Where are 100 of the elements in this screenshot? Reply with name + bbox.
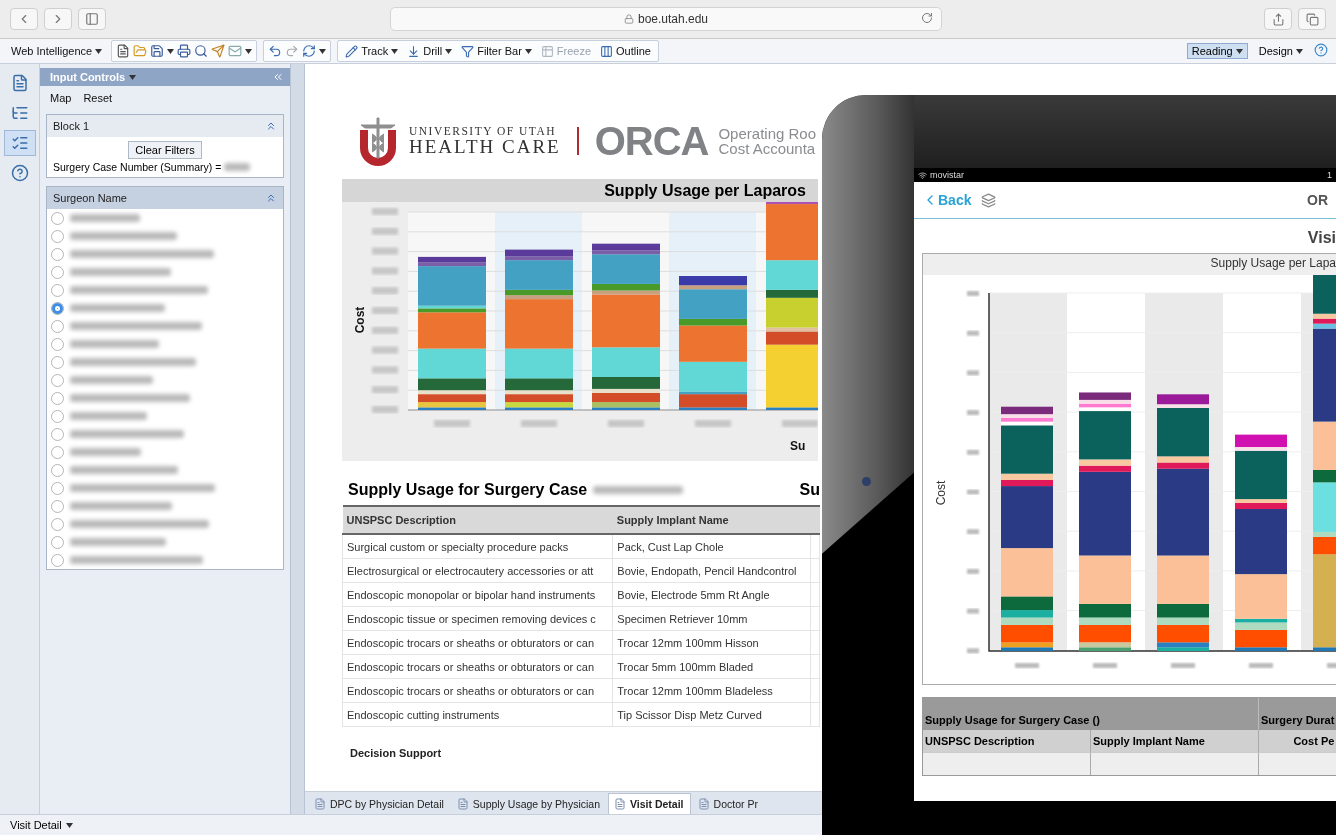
radio-button[interactable]	[51, 319, 64, 333]
table-cell: Endoscopic trocars or sheaths or obturators or can	[342, 630, 613, 655]
columns-icon	[600, 44, 614, 58]
product-logo: ORCA	[594, 118, 709, 164]
tabs-icon	[1305, 12, 1319, 26]
status-menu[interactable]: Visit Detail	[10, 819, 73, 831]
mode-button[interactable]: Reading	[1186, 43, 1248, 59]
arrow-down-icon	[407, 44, 421, 58]
caret-icon	[167, 48, 175, 54]
radio-button[interactable]	[51, 481, 64, 495]
report-tab[interactable]: DPC by Physician Detail	[309, 793, 450, 814]
document-icon	[697, 797, 710, 810]
grid-icon	[540, 44, 554, 58]
clear-filters-button[interactable]: Clear Filters	[128, 141, 202, 159]
layers-icon[interactable]	[981, 192, 997, 208]
list-title: Surgeon Name	[53, 192, 127, 204]
back-button[interactable]	[10, 8, 38, 30]
panel-splitter[interactable]	[290, 64, 305, 814]
radio-button[interactable]	[51, 445, 64, 459]
reload-icon[interactable]	[921, 12, 933, 24]
side-rail-button[interactable]	[3, 130, 36, 156]
undo-icon[interactable]	[268, 44, 283, 58]
chart-title: Supply Usage per Laparos	[604, 181, 806, 200]
print-icon[interactable]	[177, 44, 192, 58]
caret-icon	[445, 48, 453, 54]
radio-button[interactable]	[51, 391, 64, 405]
radio-button[interactable]	[51, 427, 64, 441]
document-icon	[10, 74, 29, 92]
radio-button[interactable]	[51, 355, 64, 369]
column-header: UNSPSC Description	[923, 730, 1091, 752]
pencil-icon	[345, 44, 359, 58]
filter-label: Surgery Case Number (Summary) =	[53, 161, 222, 173]
collapse-icon[interactable]	[265, 120, 277, 132]
save-icon[interactable]	[150, 44, 165, 58]
send-icon[interactable]	[211, 44, 226, 58]
caret-icon	[129, 74, 137, 80]
radio-button[interactable]	[51, 517, 64, 531]
document-icon	[314, 797, 326, 810]
forward-button[interactable]	[44, 8, 72, 30]
table-cell: Endoscopic trocars or sheaths or obturators or can	[342, 678, 613, 703]
logo-text: UNIVERSITY OF UTAH	[409, 125, 558, 138]
radio-button[interactable]	[51, 283, 64, 297]
toolbar-button[interactable]: Filter Bar	[458, 44, 535, 58]
report-tab[interactable]: Visit Detail	[608, 793, 691, 814]
radio-button[interactable]	[51, 265, 64, 279]
panel-link[interactable]: Map	[50, 92, 72, 104]
radio-button[interactable]	[51, 409, 64, 423]
report-tab[interactable]: Doctor Pr	[692, 793, 764, 814]
table-cell: Endoscopic cutting instruments	[342, 702, 613, 727]
search-icon[interactable]	[194, 44, 209, 58]
toolbar-button[interactable]: Drill	[404, 44, 456, 58]
share-button[interactable]	[1264, 8, 1292, 30]
report-tab[interactable]: Supply Usage by Physician	[451, 793, 607, 814]
caduceus-shield-logo	[357, 116, 399, 166]
radio-button[interactable]	[51, 553, 64, 567]
column-header: Supply Implant Name	[1091, 730, 1259, 752]
panel-title: Input Controls	[50, 71, 126, 83]
table-cell	[810, 630, 820, 655]
sidebar-icon	[85, 12, 99, 26]
help-icon[interactable]	[1314, 43, 1328, 57]
radio-button[interactable]	[51, 463, 64, 477]
radio-button[interactable]	[51, 211, 64, 225]
app-menu[interactable]: Web Intelligence	[8, 45, 106, 57]
table-cell	[810, 678, 820, 703]
table-cell: Bovie, Endopath, Pencil Handcontrol	[612, 558, 811, 583]
column-header	[810, 506, 820, 534]
sidebar-button[interactable]	[78, 8, 106, 30]
refresh-icon[interactable]	[302, 44, 317, 58]
new-document-icon[interactable]	[116, 44, 131, 58]
radio-button[interactable]	[51, 247, 64, 261]
radio-button[interactable]	[51, 229, 64, 243]
address-bar[interactable]: boe.utah.edu	[390, 7, 942, 31]
axis-title: Cost	[934, 480, 948, 506]
radio-button[interactable]	[51, 373, 64, 387]
footer-text: Decision Support	[349, 747, 443, 759]
radio-button[interactable]	[51, 301, 64, 315]
radio-button[interactable]	[51, 535, 64, 549]
document-icon	[456, 797, 469, 810]
tabs-button[interactable]	[1298, 8, 1326, 30]
panel-link[interactable]: Reset	[83, 92, 113, 104]
toolbar-button[interactable]: Track	[342, 44, 402, 58]
collapse-icon[interactable]	[272, 71, 284, 83]
caret-icon	[524, 48, 532, 54]
clock-text: 1	[1327, 170, 1332, 180]
toolbar-button[interactable]: Outline	[597, 44, 654, 58]
axis-title: Su	[790, 439, 806, 453]
logo-text: HEALTH CARE	[409, 137, 561, 157]
mail-icon[interactable]	[228, 44, 243, 58]
redo-icon[interactable]	[285, 44, 300, 58]
lock-icon	[623, 14, 634, 24]
share-icon	[1271, 12, 1285, 26]
mode-button[interactable]: Design	[1253, 43, 1308, 59]
table-cell: Endoscopic trocars or sheaths or obturators or can	[342, 654, 613, 679]
radio-button[interactable]	[51, 337, 64, 351]
filter-icon	[461, 44, 475, 58]
chart-title: Supply Usage per Lapa	[1210, 256, 1336, 270]
collapse-icon[interactable]	[265, 192, 277, 204]
table-cell: Specimen Retriever 10mm	[612, 606, 811, 631]
radio-button[interactable]	[51, 499, 64, 513]
column-header: Cost Pe	[1259, 730, 1336, 752]
